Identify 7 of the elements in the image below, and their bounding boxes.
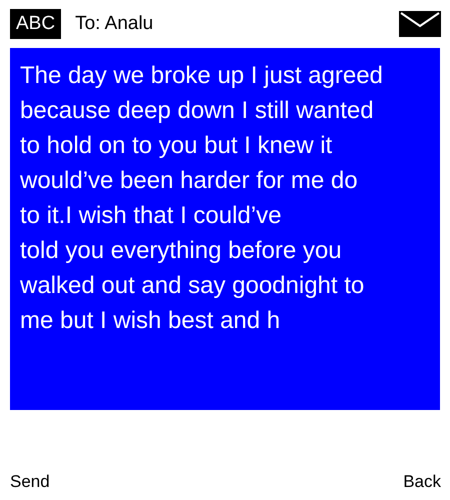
message-area[interactable] bbox=[10, 48, 440, 410]
message-text: The day we broke up I just agreed because deep down I still wanted to hold on to you but I knew it would’ve been harder for me do to it.I wish that I could’ve told you everything before you walked out and say goodnight to me but I wish best and h bbox=[20, 61, 383, 336]
recipient-label: To: Analu bbox=[75, 13, 154, 35]
envelope-icon bbox=[399, 11, 441, 37]
input-mode-badge: ABC bbox=[10, 9, 62, 39]
send-softkey[interactable]: Send bbox=[10, 472, 50, 500]
back-softkey[interactable]: Back bbox=[403, 472, 441, 500]
